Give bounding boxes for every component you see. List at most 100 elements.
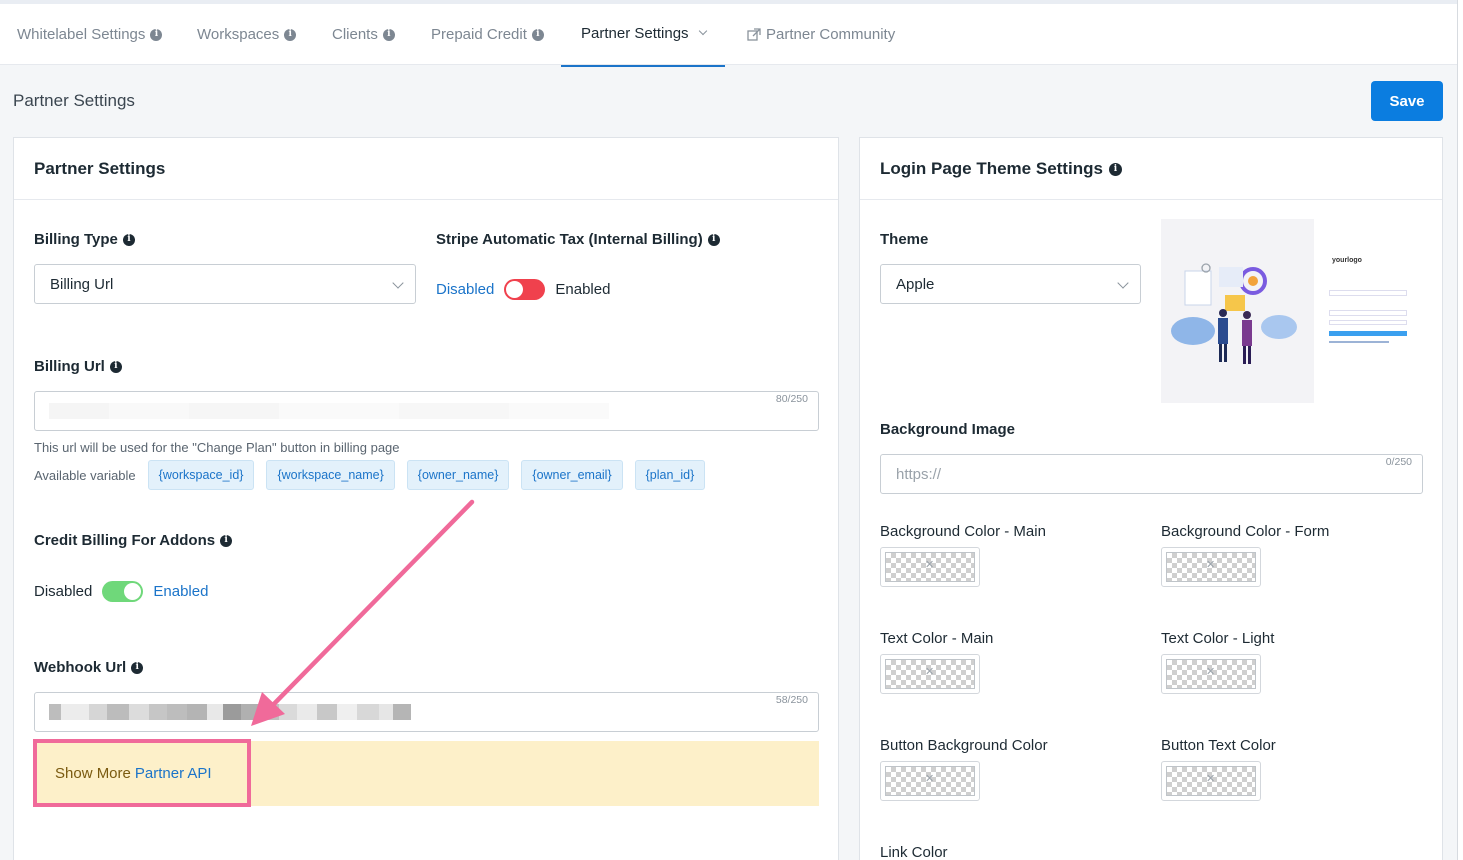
char-counter: 80/250 bbox=[775, 393, 808, 405]
empty-color-icon: ✕ bbox=[1206, 559, 1216, 571]
tab-partner-settings[interactable]: Partner Settings bbox=[581, 25, 707, 42]
theme-select[interactable]: Apple bbox=[880, 264, 1141, 304]
tab-label: Clients bbox=[332, 26, 378, 43]
tab-partner-community[interactable]: Partner Community bbox=[747, 26, 895, 43]
chevron-down-icon bbox=[1117, 277, 1129, 289]
toggle-on-label: Enabled bbox=[153, 583, 209, 600]
char-counter: 0/250 bbox=[1385, 456, 1412, 468]
stripe-tax-label: Stripe Automatic Tax (Internal Billing) … bbox=[436, 231, 720, 248]
toggle-on-label: Enabled bbox=[555, 281, 611, 298]
toggle-off-label: Disabled bbox=[34, 583, 93, 600]
tab-workspaces[interactable]: Workspaces i bbox=[197, 26, 297, 43]
empty-color-icon: ✕ bbox=[925, 773, 935, 785]
toggle-off-label: Disabled bbox=[436, 281, 495, 298]
card-header: Partner Settings bbox=[14, 138, 838, 200]
bg-color-form-label: Background Color - Form bbox=[1161, 523, 1330, 540]
annotation-highlight-box bbox=[33, 739, 251, 807]
webhook-url-label: Webhook Url i bbox=[34, 659, 144, 676]
save-button[interactable]: Save bbox=[1371, 81, 1443, 121]
background-image-input[interactable]: 0/250 https:// bbox=[880, 454, 1423, 494]
variable-chip[interactable]: {workspace_id} bbox=[147, 460, 255, 490]
info-icon: i bbox=[1108, 162, 1122, 176]
tab-clients[interactable]: Clients i bbox=[332, 26, 395, 43]
billing-type-select[interactable]: Billing Url bbox=[34, 264, 416, 304]
label-text: Webhook Url bbox=[34, 659, 127, 676]
card-header: Login Page Theme Settings i bbox=[860, 138, 1442, 200]
credit-billing-toggle-row: Disabled Enabled bbox=[34, 581, 208, 602]
tab-label: Whitelabel Settings bbox=[17, 26, 146, 43]
external-link-icon bbox=[747, 27, 761, 41]
text-color-light-label: Text Color - Light bbox=[1161, 630, 1275, 647]
button-bg-color-picker[interactable]: ✕ bbox=[880, 761, 980, 801]
tab-whitelabel-settings[interactable]: Whitelabel Settings i bbox=[17, 26, 163, 43]
toggle-knob bbox=[506, 281, 524, 298]
tab-label: Partner Settings bbox=[581, 25, 689, 42]
billing-url-label: Billing Url i bbox=[34, 358, 122, 375]
stripe-tax-toggle[interactable] bbox=[504, 279, 546, 300]
chevron-down-icon bbox=[392, 277, 404, 289]
page-title: Partner Settings bbox=[13, 91, 135, 110]
link-color-label: Link Color bbox=[880, 844, 948, 860]
billing-url-input[interactable]: 80/250 bbox=[34, 391, 819, 431]
bg-color-main-picker[interactable]: ✕ bbox=[880, 547, 980, 587]
chevron-down-icon bbox=[698, 26, 707, 36]
info-icon: i bbox=[220, 534, 233, 547]
credit-billing-toggle[interactable] bbox=[102, 581, 144, 602]
select-value: Billing Url bbox=[50, 275, 114, 293]
info-icon: i bbox=[131, 661, 144, 674]
label-text: Billing Type bbox=[34, 231, 118, 248]
text-color-light-picker[interactable]: ✕ bbox=[1161, 654, 1261, 694]
empty-color-icon: ✕ bbox=[1206, 773, 1216, 785]
preview-logo: yourlogo bbox=[1332, 257, 1362, 264]
label-text: Credit Billing For Addons bbox=[34, 532, 216, 549]
bg-color-form-picker[interactable]: ✕ bbox=[1161, 547, 1261, 587]
variable-chip[interactable]: {workspace_name} bbox=[266, 460, 395, 490]
empty-color-icon: ✕ bbox=[925, 559, 935, 571]
theme-preview-image: yourlogo bbox=[1161, 219, 1423, 403]
input-placeholder: https:// bbox=[896, 466, 942, 483]
info-icon: i bbox=[109, 360, 122, 373]
button-bg-color-label: Button Background Color bbox=[880, 737, 1048, 754]
info-icon: i bbox=[707, 233, 720, 246]
info-icon: i bbox=[531, 28, 544, 41]
tab-prepaid-credit[interactable]: Prepaid Credit i bbox=[431, 26, 544, 43]
tab-label: Workspaces bbox=[197, 26, 280, 43]
button-text-color-picker[interactable]: ✕ bbox=[1161, 761, 1261, 801]
label-text: Billing Url bbox=[34, 358, 105, 375]
theme-label: Theme bbox=[880, 231, 929, 248]
bg-color-main-label: Background Color - Main bbox=[880, 523, 1046, 540]
label-text: Stripe Automatic Tax (Internal Billing) bbox=[436, 231, 703, 248]
card-title: Partner Settings bbox=[34, 159, 166, 178]
info-icon: i bbox=[122, 233, 135, 246]
info-icon: i bbox=[150, 28, 163, 41]
credit-billing-label: Credit Billing For Addons i bbox=[34, 532, 233, 549]
preview-field bbox=[1329, 320, 1407, 325]
variable-chip[interactable]: {plan_id} bbox=[634, 460, 706, 490]
info-icon: i bbox=[284, 28, 297, 41]
redacted-value bbox=[49, 704, 411, 720]
available-variables: Available variable {workspace_id} {works… bbox=[34, 460, 706, 490]
webhook-url-input[interactable]: 58/250 bbox=[34, 692, 819, 732]
text-color-main-picker[interactable]: ✕ bbox=[880, 654, 980, 694]
login-theme-card: Login Page Theme Settings i Theme Apple bbox=[859, 137, 1443, 860]
preview-illustration bbox=[1171, 263, 1297, 364]
variables-label: Available variable bbox=[34, 467, 136, 483]
preview-text-line bbox=[1329, 341, 1389, 343]
redacted-value bbox=[49, 403, 609, 419]
window-edge bbox=[1457, 0, 1463, 860]
info-icon: i bbox=[382, 28, 395, 41]
preview-login-form: yourlogo bbox=[1314, 219, 1423, 403]
preview-button bbox=[1329, 331, 1407, 336]
card-title-text: Login Page Theme Settings bbox=[880, 159, 1103, 178]
button-text-color-label: Button Text Color bbox=[1161, 737, 1276, 754]
tab-label: Partner Community bbox=[766, 26, 896, 43]
preview-field bbox=[1329, 310, 1407, 316]
active-tab-indicator bbox=[561, 65, 725, 67]
variable-chip[interactable]: {owner_name} bbox=[406, 460, 510, 490]
char-counter: 58/250 bbox=[775, 694, 808, 706]
background-image-label: Background Image bbox=[880, 421, 1016, 438]
tab-label: Prepaid Credit bbox=[431, 26, 527, 43]
toggle-knob bbox=[124, 583, 142, 600]
variable-chip[interactable]: {owner_email} bbox=[521, 460, 623, 490]
top-navigation: Whitelabel Settings i Workspaces i Clien… bbox=[0, 0, 1463, 67]
